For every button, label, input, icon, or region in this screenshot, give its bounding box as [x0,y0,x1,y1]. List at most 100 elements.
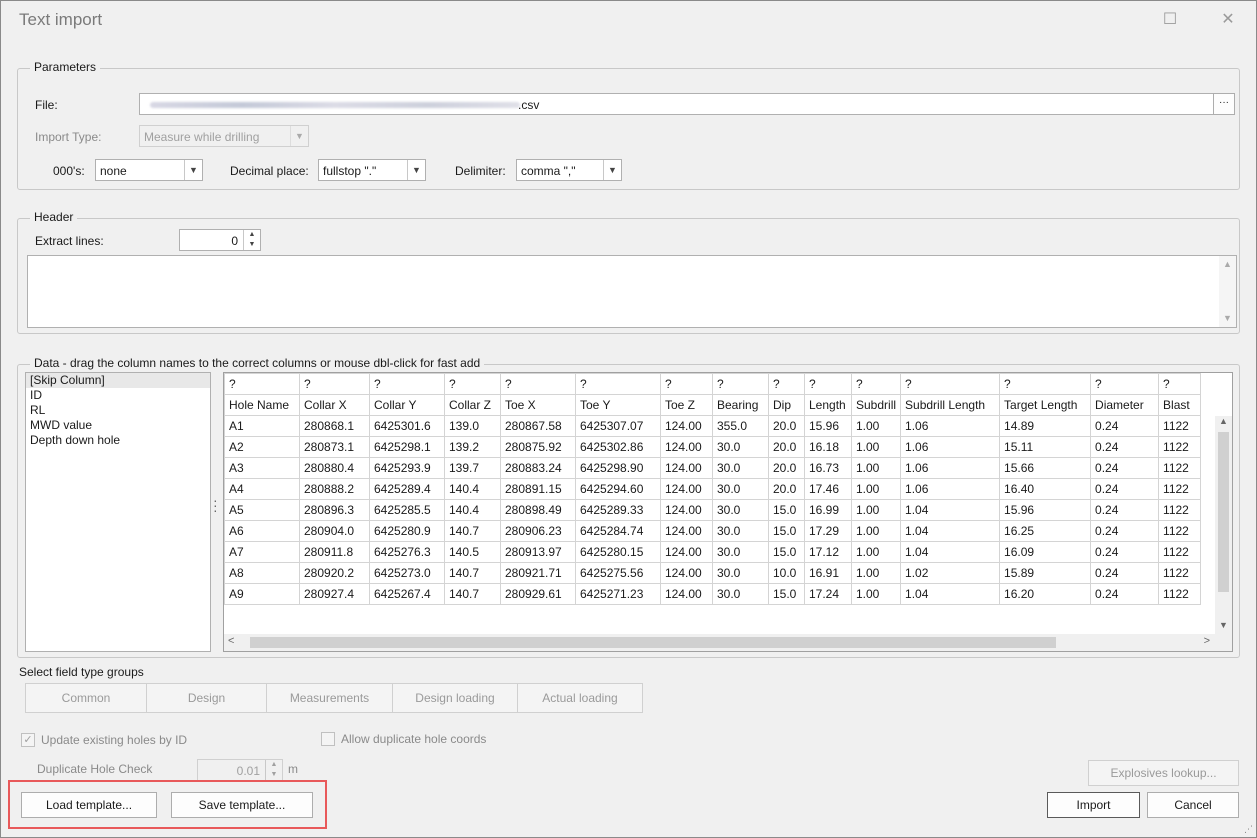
table-cell[interactable]: A2 [224,436,300,458]
table-cell[interactable]: Bearing [712,394,769,416]
spin-up-icon[interactable]: ▲ [244,230,260,240]
table-cell[interactable]: 6425298.1 [369,436,445,458]
table-cell[interactable]: 280929.61 [500,583,576,605]
table-cell[interactable]: 280875.92 [500,436,576,458]
table-cell[interactable]: Subdrill Length [900,394,1001,416]
table-cell[interactable]: Dip [768,394,805,416]
table-cell[interactable]: 0.24 [1090,520,1160,542]
table-cell[interactable]: 124.00 [660,415,713,437]
table-cell[interactable]: 30.0 [712,436,769,458]
table-cell[interactable]: 6425280.15 [575,541,661,563]
table-cell[interactable]: 16.40 [999,478,1092,500]
table-cell[interactable]: 30.0 [712,457,769,479]
table-cell[interactable]: A8 [224,562,300,584]
table-cell[interactable]: 0.24 [1090,457,1160,479]
table-cell[interactable]: 6425293.9 [369,457,445,479]
data-preview-grid[interactable]: ??????????????? Hole Name Collar X Collar Y… [223,372,1233,652]
table-cell[interactable]: 15.66 [999,457,1092,479]
table-cell[interactable]: 1.00 [850,562,902,584]
table-cell[interactable]: 20.0 [768,436,805,458]
list-item[interactable]: RL [26,403,210,418]
table-cell[interactable]: 124.00 [660,499,713,521]
table-cell[interactable]: 15.0 [768,520,805,542]
table-cell[interactable]: 280891.15 [500,478,576,500]
table-cell[interactable]: 280920.2 [299,562,370,584]
spin-up-icon[interactable]: ▲ [266,760,282,770]
table-cell[interactable]: 15.96 [999,499,1092,521]
scroll-thumb[interactable] [250,637,1056,648]
grid-vertical-scrollbar[interactable]: ▲ ▼ [1215,416,1232,634]
table-cell[interactable]: 6425298.90 [575,457,661,479]
table-cell[interactable]: ? [299,373,370,395]
table-cell[interactable]: A7 [224,541,300,563]
table-cell[interactable]: A9 [224,583,300,605]
table-cell[interactable]: 16.18 [804,436,852,458]
table-cell[interactable]: ? [1090,373,1160,395]
table-cell[interactable]: 30.0 [712,583,769,605]
scroll-up-icon[interactable]: ▲ [1215,416,1232,430]
list-item[interactable]: MWD value [26,418,210,433]
table-cell[interactable]: 124.00 [660,457,713,479]
list-item[interactable]: [Skip Column] [26,373,210,388]
scroll-down-icon[interactable]: ▼ [1215,620,1232,634]
table-cell[interactable]: 15.11 [999,436,1092,458]
cancel-button[interactable]: Cancel [1147,792,1239,818]
table-cell[interactable]: 140.7 [444,583,501,605]
maximize-icon[interactable]: ☐ [1159,9,1181,31]
table-cell[interactable]: Collar Y [369,394,445,416]
scroll-up-icon[interactable]: ▲ [1219,256,1236,273]
table-cell[interactable]: 280906.23 [500,520,576,542]
decimal-place-select[interactable]: fullstop "." ▼ [318,159,426,181]
extract-lines-spin-buttons[interactable]: ▲ ▼ [243,230,260,250]
table-cell[interactable]: 30.0 [712,562,769,584]
table-cell[interactable]: 6425276.3 [369,541,445,563]
explosives-lookup-button[interactable]: Explosives lookup... [1088,760,1239,786]
table-cell[interactable]: 280927.4 [299,583,370,605]
table-cell[interactable]: 124.00 [660,541,713,563]
table-cell[interactable]: 280921.71 [500,562,576,584]
table-cell[interactable]: 140.7 [444,520,501,542]
table-cell[interactable]: 280873.1 [299,436,370,458]
table-cell[interactable]: Diameter [1090,394,1160,416]
table-cell[interactable]: 140.5 [444,541,501,563]
table-cell[interactable]: 30.0 [712,520,769,542]
table-cell[interactable]: 1.00 [850,457,902,479]
table-cell[interactable]: ? [1158,373,1202,395]
table-cell[interactable]: 280896.3 [299,499,370,521]
table-cell[interactable]: ? [224,373,300,395]
duplicate-check-spin-buttons[interactable]: ▲ ▼ [265,760,282,780]
table-cell[interactable]: 15.89 [999,562,1092,584]
delimiter-select[interactable]: comma "," ▼ [516,159,622,181]
table-cell[interactable]: 16.91 [804,562,852,584]
header-lines-textarea[interactable]: ▲ ▼ [27,255,1237,328]
table-cell[interactable]: 0.24 [1090,541,1160,563]
table-cell[interactable]: 1122 [1158,499,1202,521]
table-cell[interactable]: 15.96 [804,415,852,437]
table-cell[interactable]: 30.0 [712,499,769,521]
table-cell[interactable]: 280888.2 [299,478,370,500]
table-cell[interactable]: ? [804,373,852,395]
table-cell[interactable]: 280898.49 [500,499,576,521]
table-cell[interactable]: 1122 [1158,562,1202,584]
table-cell[interactable]: 6425267.4 [369,583,445,605]
browse-file-button[interactable]: ··· [1213,93,1235,115]
table-cell[interactable]: 1122 [1158,478,1202,500]
table-cell[interactable]: Subdrill [850,394,902,416]
table-cell[interactable]: 1.02 [900,562,1001,584]
table-cell[interactable]: A5 [224,499,300,521]
table-cell[interactable]: 1.04 [900,499,1001,521]
spin-down-icon[interactable]: ▼ [244,240,260,250]
table-cell[interactable]: 0.24 [1090,499,1160,521]
table-cell[interactable]: 355.0 [712,415,769,437]
table-cell[interactable]: 280867.58 [500,415,576,437]
table-cell[interactable]: 1.06 [900,478,1001,500]
table-cell[interactable]: Collar X [299,394,370,416]
table-cell[interactable]: 140.7 [444,562,501,584]
table-cell[interactable]: 1122 [1158,583,1202,605]
table-cell[interactable]: 6425284.74 [575,520,661,542]
table-cell[interactable]: 0.24 [1090,478,1160,500]
table-cell[interactable]: 1.00 [850,520,902,542]
table-cell[interactable]: 30.0 [712,478,769,500]
table-cell[interactable]: ? [500,373,576,395]
table-cell[interactable]: 124.00 [660,478,713,500]
